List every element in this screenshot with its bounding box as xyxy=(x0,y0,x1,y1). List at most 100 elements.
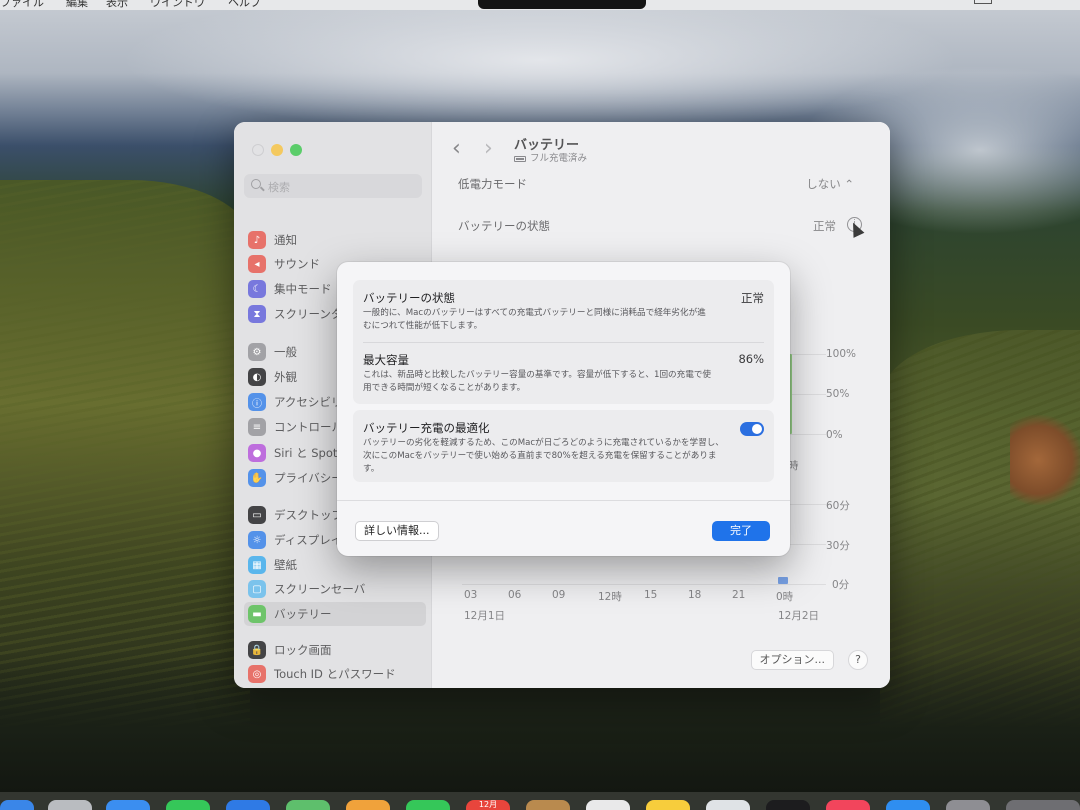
battery-status-text: フル充電済み xyxy=(530,153,588,164)
help-button[interactable]: ? xyxy=(848,650,868,670)
battery-health-value: 正常 xyxy=(813,219,836,233)
usage-gridline xyxy=(462,584,826,585)
sidebar-item-label: ロック画面 xyxy=(274,643,332,657)
dock-app-notes[interactable] xyxy=(646,800,690,810)
close-button[interactable] xyxy=(252,144,264,156)
dock-app-freeform[interactable] xyxy=(706,800,750,810)
dock-app-music[interactable] xyxy=(826,800,870,810)
usage-bar xyxy=(778,577,788,584)
battery-icon xyxy=(514,155,526,162)
lock-icon: 🔒 xyxy=(248,641,266,659)
capacity-title: 最大容量 xyxy=(363,353,409,367)
dock-app-launchpad[interactable] xyxy=(48,800,92,810)
sun-icon: ☼ xyxy=(248,531,266,549)
optimized-charging-card: バッテリー充電の最適化 バッテリーの劣化を軽減するため、このMacが日ごろどのよ… xyxy=(353,410,774,482)
health-description: 一般的に、Macのバッテリーはすべての充電式バッテリーと同様に消耗品で経年劣化が… xyxy=(363,308,706,331)
zoom-button[interactable] xyxy=(290,144,302,156)
speaker-icon: ◂ xyxy=(248,255,266,273)
sidebar-item-label: 通知 xyxy=(274,233,297,247)
sidebar-item-label: 外観 xyxy=(274,370,297,384)
sidebar-item-wallpaper[interactable]: ▦ 壁紙 xyxy=(248,553,424,577)
sidebar-search-input[interactable]: 検索 xyxy=(244,174,422,198)
menubar-status-icon[interactable] xyxy=(974,0,992,4)
menu-view[interactable]: 表示 xyxy=(106,0,128,10)
dock-app-facetime[interactable] xyxy=(406,800,450,810)
appearance-icon: ◐ xyxy=(248,368,266,386)
bell-icon: ♪ xyxy=(248,231,266,249)
menu-file[interactable]: ファイル xyxy=(0,0,44,10)
sidebar-item-battery[interactable]: ▬ バッテリー xyxy=(244,602,426,626)
dock-app-mail[interactable] xyxy=(226,800,270,810)
battery-health-sheet: バッテリーの状態 正常 一般的に、Macのバッテリーはすべての充電式バッテリーと… xyxy=(337,262,790,556)
optimized-charging-description: バッテリーの劣化を軽減するため、このMacが日ごろどのように充電されているかを学… xyxy=(363,438,724,474)
menu-help[interactable]: ヘルプ xyxy=(228,0,261,10)
health-title: バッテリーの状態 xyxy=(363,291,455,305)
menu-bar: ファイル 編集 表示 ウインドウ ヘルプ xyxy=(0,0,1080,10)
search-placeholder: 検索 xyxy=(268,181,290,194)
dock-app-finder[interactable] xyxy=(0,800,34,810)
dock-app-messages[interactable] xyxy=(166,800,210,810)
sidebar-item-fingerprint[interactable]: ◎ Touch ID とパスワード xyxy=(248,662,424,686)
optimized-charging-title: バッテリー充電の最適化 xyxy=(363,421,490,435)
date-label: 12月1日 xyxy=(464,610,506,622)
search-icon xyxy=(251,179,261,189)
dock-app-settings[interactable] xyxy=(946,800,990,810)
fingerprint-icon: ◎ xyxy=(248,665,266,683)
back-chevron-icon[interactable]: ‹ xyxy=(452,136,461,161)
dock: 12月 xyxy=(0,792,1080,810)
sidebar-item-bell[interactable]: ♪ 通知 xyxy=(248,228,424,252)
low-power-mode-value: しない xyxy=(806,177,841,191)
time-tick: 0時 xyxy=(776,591,794,603)
dock-app-tv[interactable] xyxy=(766,800,810,810)
sidebar-item-label: バッテリー xyxy=(274,607,332,621)
dock-app-appstore[interactable] xyxy=(886,800,930,810)
hourglass-icon: ⧗ xyxy=(248,305,266,323)
health-value: 正常 xyxy=(741,291,764,305)
time-tick: 06 xyxy=(508,589,522,601)
time-tick: 09 xyxy=(552,589,566,601)
page-subtitle: フル充電済み xyxy=(514,150,587,164)
time-tick: 03 xyxy=(464,589,478,601)
low-power-mode-select[interactable]: しない ⌃ xyxy=(806,176,854,192)
sidebar-item-label: 集中モード xyxy=(274,282,332,296)
capacity-description: これは、新品時と比較したバッテリー容量の基準です。容量が低下すると、1回の充電で… xyxy=(363,370,712,393)
sidebar-item-label: 壁紙 xyxy=(274,558,297,572)
dock-app-contacts[interactable] xyxy=(526,800,570,810)
dock-app-maps[interactable] xyxy=(286,800,330,810)
date-label: 12月2日 xyxy=(778,610,820,622)
level-axis-100: 100% xyxy=(826,348,857,360)
time-tick: 21 xyxy=(732,589,746,601)
accessibility-icon: ⓘ xyxy=(248,393,266,411)
time-tick: 12時 xyxy=(598,591,622,603)
menu-window[interactable]: ウインドウ xyxy=(150,0,205,10)
optimized-charging-toggle[interactable] xyxy=(740,422,764,436)
more-info-button[interactable]: 詳しい情報... xyxy=(355,521,439,541)
low-power-mode-label: 低電力モード xyxy=(458,177,527,191)
sidebar-item-screensaver[interactable]: ▢ スクリーンセーバ xyxy=(248,577,424,601)
siri-icon: ● xyxy=(248,444,266,462)
sidebar-item-label: サウンド xyxy=(274,257,320,271)
updown-chevron-icon: ⌃ xyxy=(844,177,854,191)
done-button[interactable]: 完了 xyxy=(712,521,770,541)
dock-icon: ▭ xyxy=(248,506,266,524)
dock-app-calendar[interactable]: 12月 xyxy=(466,800,510,810)
options-button[interactable]: オプション... xyxy=(750,650,834,670)
sidebar-item-lock[interactable]: 🔒 ロック画面 xyxy=(248,638,424,662)
level-axis-0: 0% xyxy=(826,429,843,441)
minimize-button[interactable] xyxy=(271,144,283,156)
menu-edit[interactable]: 編集 xyxy=(66,0,88,10)
moon-icon: ☾ xyxy=(248,280,266,298)
forward-chevron-icon[interactable]: › xyxy=(484,136,493,161)
toolbar: ‹ › バッテリー フル充電済み xyxy=(432,122,890,172)
dock-app-other[interactable] xyxy=(1006,800,1080,810)
wallpaper-icon: ▦ xyxy=(248,556,266,574)
time-tick: 18 xyxy=(688,589,702,601)
sidebar-item-label: Touch ID とパスワード xyxy=(274,667,396,681)
battery-icon: ▬ xyxy=(248,605,266,623)
dock-app-safari[interactable] xyxy=(106,800,150,810)
dock-app-photos[interactable] xyxy=(346,800,390,810)
wallpaper-autumn-tree xyxy=(1010,415,1080,505)
camera-notch xyxy=(478,0,646,9)
dock-app-reminders[interactable] xyxy=(586,800,630,810)
sidebar-item-label: スクリーンセーバ xyxy=(274,582,366,596)
